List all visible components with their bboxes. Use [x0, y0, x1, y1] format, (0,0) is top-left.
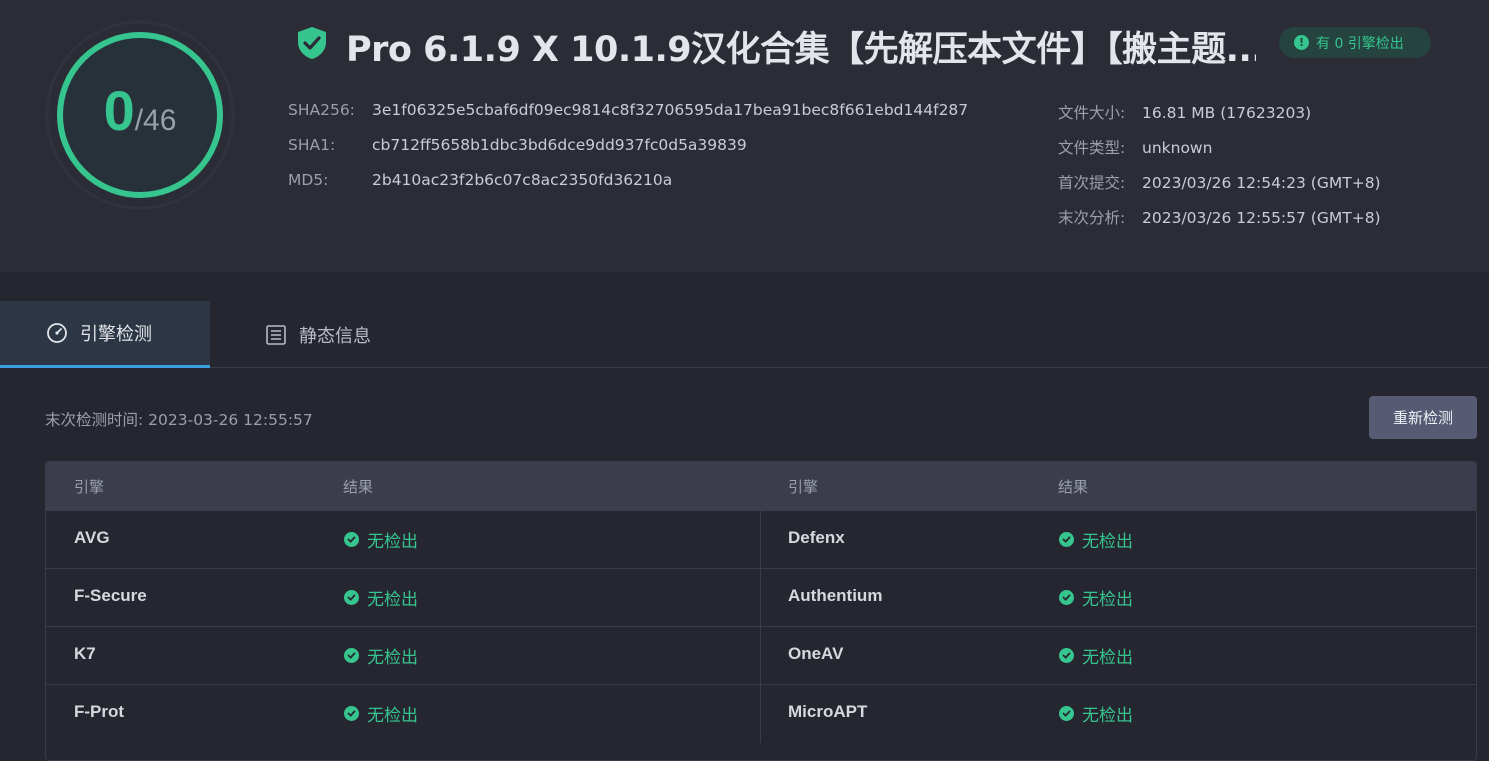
- engine-name: F-Prot: [74, 702, 125, 721]
- header-result-left: 结果: [343, 478, 374, 496]
- result-cell: 无检出: [344, 585, 418, 610]
- engine-name: Defenx: [788, 528, 845, 547]
- table-row: AVG 无检出 Defenx 无检出: [46, 510, 1476, 569]
- engine-name: AVG: [74, 528, 110, 547]
- result-cell: 无检出: [344, 527, 418, 552]
- alert-icon: !: [1294, 35, 1309, 50]
- detection-badge: ! 有 0 引擎检出: [1279, 27, 1431, 58]
- table-row: F-Prot 无检出 MicroAPT 无检出: [46, 684, 1476, 743]
- hash-md5: MD5: 2b410ac23f2b6c07c8ac2350fd36210a: [288, 171, 673, 189]
- engine-total: /46: [134, 104, 177, 137]
- info-last-analysis: 末次分析: 2023/03/26 12:55:57 (GMT+8): [1058, 209, 1381, 227]
- file-title: Pro 6.1.9 X 10.1.9汉化合集【先解压本文件】【搬主题...: [346, 30, 1256, 70]
- check-circle-icon: [344, 590, 359, 605]
- last-check-time: 末次检测时间: 2023-03-26 12:55:57: [45, 411, 313, 429]
- header-engine-left: 引擎: [74, 478, 105, 496]
- result-cell: 无检出: [344, 701, 418, 726]
- check-circle-icon: [344, 706, 359, 721]
- info-file-size: 文件大小: 16.81 MB (17623203): [1058, 104, 1312, 122]
- rescan-button[interactable]: 重新检测: [1369, 396, 1477, 439]
- gauge-icon: [47, 323, 67, 343]
- check-circle-icon: [344, 532, 359, 547]
- info-file-type: 文件类型: unknown: [1058, 139, 1213, 157]
- engine-name: MicroAPT: [788, 702, 868, 721]
- info-first-submit: 首次提交: 2023/03/26 12:54:23 (GMT+8): [1058, 174, 1381, 192]
- table-row: F-Secure 无检出 Authentium 无检出: [46, 568, 1476, 627]
- table-row: K7 无检出 OneAV 无检出: [46, 626, 1476, 685]
- engine-results-table: 引擎 结果 引擎 结果 AVG 无检出 Defenx 无检出 F-Secure …: [45, 461, 1477, 761]
- result-cell: 无检出: [344, 643, 418, 668]
- engine-name: Authentium: [788, 586, 883, 605]
- header-engine-right: 引擎: [788, 478, 819, 496]
- check-circle-icon: [344, 648, 359, 663]
- result-cell: 无检出: [1059, 527, 1133, 552]
- hash-sha256: SHA256: 3e1f06325e5cbaf6df09ec9814c8f3270…: [288, 101, 969, 119]
- table-header: 引擎 结果 引擎 结果: [46, 462, 1476, 510]
- tab-engine-label: 引擎检测: [80, 324, 152, 345]
- detection-badge-text: 有 0 引擎检出: [1316, 35, 1404, 52]
- tab-bar: 引擎检测 静态信息: [0, 301, 1489, 368]
- detected-count: 0: [103, 79, 135, 142]
- engine-name: F-Secure: [74, 586, 147, 605]
- check-circle-icon: [1059, 648, 1074, 663]
- header-result-right: 结果: [1058, 478, 1089, 496]
- shield-check-icon: [298, 27, 326, 59]
- hash-sha1: SHA1: cb712ff5658b1dbc3bd6dce9dd937fc0d5a…: [288, 136, 747, 154]
- tab-static-info[interactable]: 静态信息: [265, 301, 371, 368]
- result-cell: 无检出: [1059, 701, 1133, 726]
- engine-name: OneAV: [788, 644, 844, 663]
- check-circle-icon: [1059, 532, 1074, 547]
- check-circle-icon: [1059, 706, 1074, 721]
- result-cell: 无检出: [1059, 643, 1133, 668]
- detection-score-ring: 0/46: [45, 20, 235, 210]
- check-circle-icon: [1059, 590, 1074, 605]
- engine-name: K7: [74, 644, 96, 663]
- list-icon: [266, 324, 286, 345]
- tab-static-label: 静态信息: [299, 325, 371, 347]
- result-cell: 无检出: [1059, 585, 1133, 610]
- tab-engine-detection[interactable]: 引擎检测: [0, 301, 210, 368]
- file-header: 0/46 Pro 6.1.9 X 10.1.9汉化合集【先解压本文件】【搬主题.…: [0, 0, 1489, 272]
